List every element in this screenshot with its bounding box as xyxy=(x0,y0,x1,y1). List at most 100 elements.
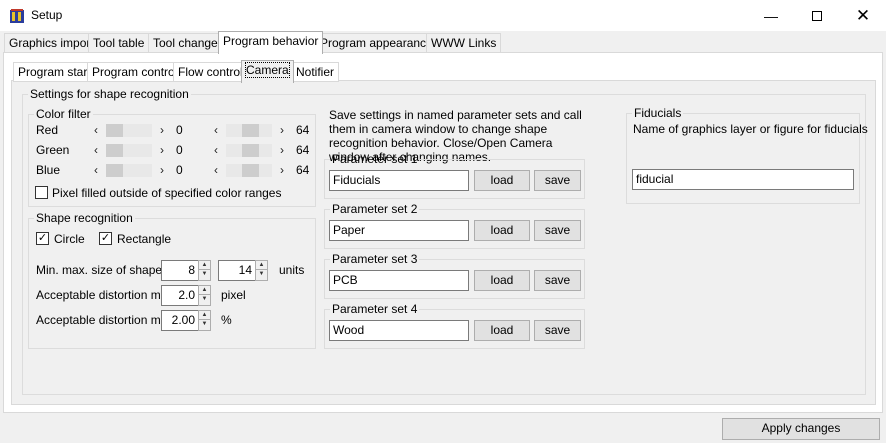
app-icon xyxy=(9,8,25,24)
up-arrow-icon[interactable]: ▲ xyxy=(199,261,210,270)
shape-size-unit: units xyxy=(279,263,305,277)
parameter-set-name-input[interactable]: Wood xyxy=(329,320,469,341)
color-row-label: Green xyxy=(36,143,70,157)
tab-program-appearance[interactable]: Program appearance xyxy=(315,33,438,53)
slider-thumb[interactable] xyxy=(242,144,259,157)
slider-thumb[interactable] xyxy=(242,164,259,177)
tab-program-behavior[interactable]: Program behavior xyxy=(218,31,324,54)
tab-tool-table[interactable]: Tool table xyxy=(88,33,150,53)
color-filter-title: Color filter xyxy=(36,107,91,121)
color-min-value: 0 xyxy=(176,163,183,177)
right-arrow-icon[interactable]: › xyxy=(280,143,284,157)
save-button[interactable]: save xyxy=(534,320,581,341)
parameter-set-name-input[interactable]: PCB xyxy=(329,270,469,291)
color-min-slider[interactable]: ‹ › xyxy=(92,123,172,137)
parameter-set-title: Parameter set 1 xyxy=(332,152,418,166)
maximize-button[interactable] xyxy=(794,0,840,31)
up-arrow-icon[interactable]: ▲ xyxy=(256,261,267,270)
left-arrow-icon[interactable]: ‹ xyxy=(94,123,98,137)
color-max-value: 64 xyxy=(296,163,310,177)
up-arrow-icon[interactable]: ▲ xyxy=(199,286,210,295)
color-row-label: Blue xyxy=(36,163,61,177)
right-arrow-icon[interactable]: › xyxy=(280,123,284,137)
tab-program-start[interactable]: Program start xyxy=(13,62,96,82)
distortion-max-input[interactable]: 2.00 xyxy=(161,310,199,331)
distortion-min-unit: pixel xyxy=(221,288,246,302)
shape-recognition-title: Shape recognition xyxy=(36,211,133,225)
checkmark-icon: ✓ xyxy=(37,232,48,244)
load-button[interactable]: load xyxy=(474,270,530,291)
color-min-slider[interactable]: ‹ › xyxy=(92,163,172,177)
slider-thumb[interactable] xyxy=(106,144,123,157)
parameter-set-title: Parameter set 3 xyxy=(332,252,418,266)
close-button[interactable]: ✕ xyxy=(840,0,886,31)
tab-flow-control[interactable]: Flow control xyxy=(173,62,248,82)
maximize-icon xyxy=(812,10,822,21)
distortion-max-unit: % xyxy=(221,313,232,327)
circle-checkbox[interactable]: ✓ xyxy=(36,232,49,245)
color-min-slider[interactable]: ‹ › xyxy=(92,143,172,157)
save-button[interactable]: save xyxy=(534,220,581,241)
slider-thumb[interactable] xyxy=(106,164,123,177)
fiducials-input[interactable]: fiducial xyxy=(632,169,854,190)
left-arrow-icon[interactable]: ‹ xyxy=(214,163,218,177)
outside-range-checkbox[interactable] xyxy=(35,186,48,199)
color-max-slider[interactable]: ‹ › xyxy=(212,143,292,157)
shape-size-max-spinner[interactable]: ▲ ▼ xyxy=(255,260,268,281)
distortion-max-label: Acceptable distortion max. xyxy=(36,313,177,327)
right-arrow-icon[interactable]: › xyxy=(160,163,164,177)
parameter-set-name-input[interactable]: Fiducials xyxy=(329,170,469,191)
minimize-icon: — xyxy=(764,7,778,24)
fiducials-description: Name of graphics layer or figure for fid… xyxy=(633,122,868,136)
tab-graphics-import[interactable]: Graphics import xyxy=(4,33,99,53)
tab-notifier[interactable]: Notifier xyxy=(291,62,340,82)
slider-thumb[interactable] xyxy=(242,124,259,137)
shape-size-label: Min. max. size of shape xyxy=(36,263,163,277)
fiducials-title: Fiducials xyxy=(634,106,682,120)
circle-label: Circle xyxy=(54,232,85,246)
minimize-button[interactable]: — xyxy=(748,0,794,31)
tab-tool-change[interactable]: Tool change xyxy=(148,33,223,53)
slider-thumb[interactable] xyxy=(106,124,123,137)
tab-camera[interactable]: Camera xyxy=(241,60,294,83)
shape-size-max-input[interactable]: 14 xyxy=(218,260,256,281)
color-min-value: 0 xyxy=(176,143,183,157)
distortion-max-spinner[interactable]: ▲ ▼ xyxy=(198,310,211,331)
distortion-min-label: Acceptable distortion min. xyxy=(36,288,174,302)
color-max-value: 64 xyxy=(296,143,310,157)
distortion-min-input[interactable]: 2.0 xyxy=(161,285,199,306)
save-button[interactable]: save xyxy=(534,270,581,291)
left-arrow-icon[interactable]: ‹ xyxy=(214,123,218,137)
parameter-set-title: Parameter set 2 xyxy=(332,202,418,216)
shape-size-min-input[interactable]: 8 xyxy=(161,260,199,281)
down-arrow-icon[interactable]: ▼ xyxy=(199,295,210,304)
tab-www-links[interactable]: WWW Links xyxy=(426,33,502,53)
apply-changes-button[interactable]: Apply changes xyxy=(722,418,880,440)
load-button[interactable]: load xyxy=(474,220,530,241)
load-button[interactable]: load xyxy=(474,170,530,191)
down-arrow-icon[interactable]: ▼ xyxy=(199,320,210,329)
down-arrow-icon[interactable]: ▼ xyxy=(256,270,267,279)
left-arrow-icon[interactable]: ‹ xyxy=(214,143,218,157)
down-arrow-icon[interactable]: ▼ xyxy=(199,270,210,279)
color-max-slider[interactable]: ‹ › xyxy=(212,123,292,137)
color-min-value: 0 xyxy=(176,123,183,137)
distortion-min-spinner[interactable]: ▲ ▼ xyxy=(198,285,211,306)
left-arrow-icon[interactable]: ‹ xyxy=(94,163,98,177)
right-arrow-icon[interactable]: › xyxy=(280,163,284,177)
shape-settings-title: Settings for shape recognition xyxy=(30,87,189,101)
up-arrow-icon[interactable]: ▲ xyxy=(199,311,210,320)
shape-size-min-spinner[interactable]: ▲ ▼ xyxy=(198,260,211,281)
rectangle-label: Rectangle xyxy=(117,232,172,246)
load-button[interactable]: load xyxy=(474,320,530,341)
rectangle-checkbox[interactable]: ✓ xyxy=(99,232,112,245)
parameter-set-name-input[interactable]: Paper xyxy=(329,220,469,241)
right-arrow-icon[interactable]: › xyxy=(160,143,164,157)
save-button[interactable]: save xyxy=(534,170,581,191)
parameter-set-title: Parameter set 4 xyxy=(332,302,418,316)
tab-program-control[interactable]: Program control xyxy=(87,62,183,82)
left-arrow-icon[interactable]: ‹ xyxy=(94,143,98,157)
checkmark-icon: ✓ xyxy=(100,232,111,244)
color-max-slider[interactable]: ‹ › xyxy=(212,163,292,177)
right-arrow-icon[interactable]: › xyxy=(160,123,164,137)
